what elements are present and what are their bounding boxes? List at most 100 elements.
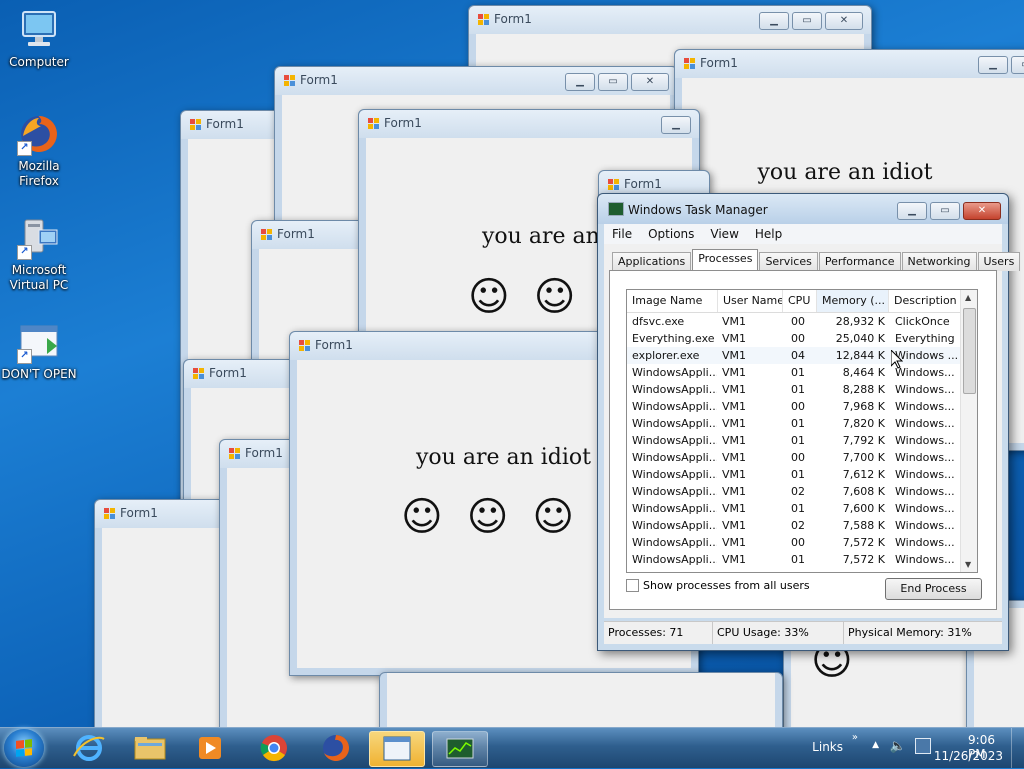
table-row[interactable]: WindowsAppli... VM1 00 7,700 K Windows... xyxy=(627,449,977,466)
table-row[interactable]: WindowsAppli... VM1 01 7,792 K Windows... xyxy=(627,432,977,449)
taskbar-form1-app[interactable] xyxy=(369,731,425,767)
tab-performance[interactable]: Performance xyxy=(818,252,901,271)
scroll-down-icon[interactable]: ▼ xyxy=(965,560,971,569)
title-bar[interactable]: Form1 ▁▭ xyxy=(675,50,1024,78)
scroll-up-icon[interactable]: ▲ xyxy=(965,293,971,302)
clock-date[interactable]: 11/26/2023 xyxy=(934,749,1003,763)
links-expand-icon[interactable]: » xyxy=(852,732,858,743)
column-memory[interactable]: Memory (... xyxy=(817,290,889,312)
cell-description: Windows... xyxy=(895,468,955,481)
column-description[interactable]: Description xyxy=(889,290,967,312)
smiley-button[interactable]: ☺ xyxy=(468,274,510,320)
table-row[interactable]: WindowsAppli... VM1 01 8,288 K Windows... xyxy=(627,381,977,398)
table-row[interactable]: WindowsAppli... VM1 01 7,572 K Windows... xyxy=(627,551,977,568)
desktop-icon-virtual-pc[interactable]: ↗ Microsoft Virtual PC xyxy=(0,216,78,293)
cell-cpu: 01 xyxy=(791,366,805,379)
links-toolbar[interactable]: Links xyxy=(812,740,843,754)
cell-memory: 7,588 K xyxy=(842,519,885,532)
cell-image-name: WindowsAppli... xyxy=(632,400,717,413)
cell-cpu: 01 xyxy=(791,383,805,396)
column-user-name[interactable]: User Name xyxy=(718,290,783,312)
cell-image-name: WindowsAppli... xyxy=(632,468,717,481)
tab-users[interactable]: Users xyxy=(977,252,1021,271)
table-row[interactable]: dfsvc.exe VM1 00 28,932 K ClickOnce xyxy=(627,313,977,330)
table-row[interactable]: WindowsAppli... VM1 02 7,608 K Windows... xyxy=(627,483,977,500)
close-button[interactable]: ✕ xyxy=(825,12,863,30)
cell-user-name: VM1 xyxy=(722,485,747,498)
table-row[interactable]: WindowsAppli... VM1 02 7,588 K Windows... xyxy=(627,517,977,534)
maximize-button[interactable]: ▭ xyxy=(1011,56,1024,74)
menu-view[interactable]: View xyxy=(702,224,746,244)
minimize-button[interactable]: ▁ xyxy=(759,12,789,30)
title-bar[interactable]: Form1 ▁ xyxy=(359,110,699,138)
table-row[interactable]: WindowsAppli... VM1 00 7,572 K Windows... xyxy=(627,534,977,551)
column-image-name[interactable]: Image Name xyxy=(627,290,718,312)
cell-image-name: WindowsAppli... xyxy=(632,519,717,532)
task-manager-title-bar[interactable]: Windows Task Manager ▁ ▭ ✕ xyxy=(598,194,1008,224)
tab-services[interactable]: Services xyxy=(759,252,818,271)
process-list-header: Image Name User Name CPU Memory (... Des… xyxy=(627,290,977,313)
close-button[interactable]: ✕ xyxy=(963,202,1001,220)
desktop-icon-computer[interactable]: Computer xyxy=(0,8,78,70)
process-list[interactable]: Image Name User Name CPU Memory (... Des… xyxy=(626,289,978,573)
column-cpu[interactable]: CPU xyxy=(783,290,817,312)
table-row[interactable]: WindowsAppli... VM1 01 8,464 K Windows... xyxy=(627,364,977,381)
smiley-button[interactable]: ☺ xyxy=(467,494,509,540)
window-title: Form1 xyxy=(120,506,158,520)
taskbar-firefox[interactable] xyxy=(309,731,363,765)
network-icon[interactable] xyxy=(915,738,931,754)
table-row[interactable]: explorer.exe VM1 04 12,844 K Windows ... xyxy=(627,347,977,364)
smiley-button[interactable]: ☺ xyxy=(532,494,574,540)
tab-networking[interactable]: Networking xyxy=(901,252,977,271)
task-manager-icon xyxy=(446,738,474,759)
task-manager-window[interactable]: Windows Task Manager ▁ ▭ ✕ File Options … xyxy=(597,193,1021,651)
window-title: Form1 xyxy=(384,116,422,130)
smiley-button[interactable]: ☺ xyxy=(401,494,443,540)
table-row[interactable]: WindowsAppli... VM1 01 7,612 K Windows... xyxy=(627,466,977,483)
taskbar-task-manager[interactable] xyxy=(432,731,488,767)
scroll-thumb[interactable] xyxy=(963,308,976,394)
desktop-icon-firefox[interactable]: ↗ Mozilla Firefox xyxy=(0,112,78,189)
cell-description: Windows... xyxy=(895,502,955,515)
desktop-icon-dont-open[interactable]: ↗ DON'T OPEN xyxy=(0,320,78,382)
taskbar-media-player[interactable] xyxy=(183,731,237,765)
minimize-button[interactable]: ▁ xyxy=(661,116,691,134)
title-bar[interactable]: Form1 ▁ ▭ ✕ xyxy=(469,6,871,34)
table-row[interactable]: WindowsAppli... VM1 01 7,600 K Windows... xyxy=(627,500,977,517)
table-row[interactable]: WindowsAppli... VM1 00 7,968 K Windows... xyxy=(627,398,977,415)
menu-options[interactable]: Options xyxy=(640,224,702,244)
minimize-button[interactable]: ▁ xyxy=(978,56,1008,74)
smiley-button[interactable]: ☺ xyxy=(534,274,576,320)
cell-user-name: VM1 xyxy=(722,468,747,481)
table-row[interactable]: Everything.exe VM1 00 25,040 K Everything xyxy=(627,330,977,347)
tab-processes[interactable]: Processes xyxy=(692,249,759,271)
close-button[interactable]: ✕ xyxy=(631,73,669,91)
idiot-message: you are an idiot xyxy=(757,160,933,185)
table-row[interactable]: WindowsAppli... VM1 01 7,820 K Windows... xyxy=(627,415,977,432)
maximize-button[interactable]: ▭ xyxy=(598,73,628,91)
taskbar-internet-explorer[interactable] xyxy=(62,731,116,765)
cell-image-name: WindowsAppli... xyxy=(632,366,717,379)
show-hidden-icons-icon[interactable]: ▲ xyxy=(872,740,879,750)
show-desktop-button[interactable] xyxy=(1011,728,1024,768)
tab-applications[interactable]: Applications xyxy=(612,252,692,271)
menu-help[interactable]: Help xyxy=(747,224,790,244)
minimize-button[interactable]: ▁ xyxy=(897,202,927,220)
tab-strip: Applications Processes Services Performa… xyxy=(612,249,1021,271)
maximize-button[interactable]: ▭ xyxy=(930,202,960,220)
vertical-scrollbar[interactable]: ▲ ▼ xyxy=(960,290,977,572)
show-all-users-label: Show processes from all users xyxy=(643,579,810,592)
show-all-users-checkbox[interactable] xyxy=(626,579,639,592)
maximize-button[interactable]: ▭ xyxy=(792,12,822,30)
taskbar-chrome[interactable] xyxy=(247,731,301,765)
start-button[interactable] xyxy=(4,729,44,767)
taskbar-file-explorer[interactable] xyxy=(123,731,177,765)
title-bar[interactable]: Form1 ▁ ▭ ✕ xyxy=(275,67,677,95)
show-all-users-option[interactable]: Show processes from all users xyxy=(626,579,810,592)
volume-muted-icon[interactable]: 🔈 xyxy=(890,739,906,754)
end-process-button[interactable]: End Process xyxy=(885,578,982,600)
cell-image-name: WindowsAppli... xyxy=(632,451,717,464)
minimize-button[interactable]: ▁ xyxy=(565,73,595,91)
menu-file[interactable]: File xyxy=(604,224,640,244)
cell-description: Windows... xyxy=(895,417,955,430)
